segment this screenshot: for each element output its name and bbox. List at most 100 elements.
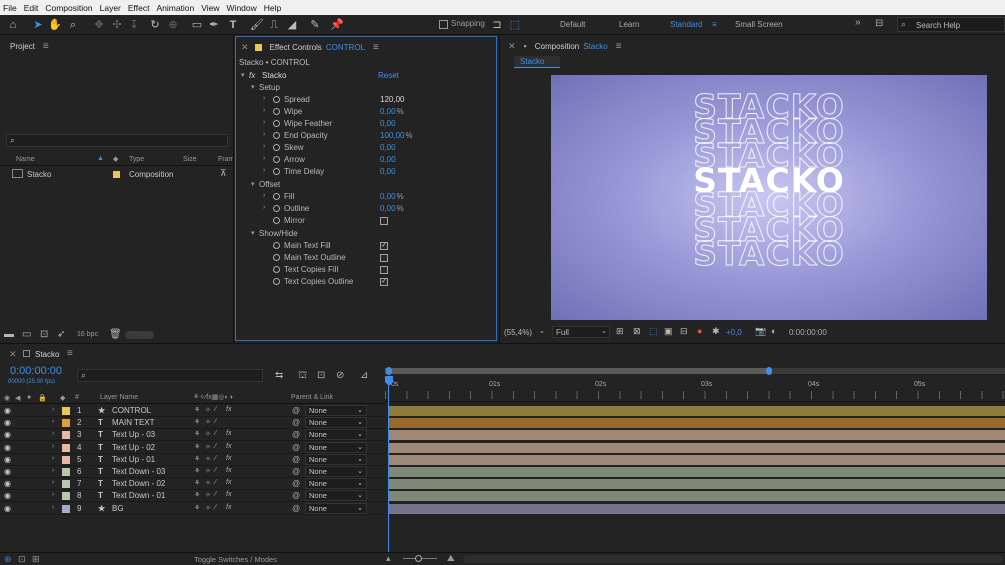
panel-menu-icon[interactable]: ≡ [373,42,379,53]
label-swatch[interactable] [62,480,70,489]
prop-value-wrap[interactable]: 0,00% [380,204,404,213]
expand-layer-icon[interactable]: › [52,504,54,511]
fx-icon[interactable]: fx [249,71,255,80]
menu-composition[interactable]: Composition [45,3,92,13]
fast-previews-icon[interactable]: ⊞ [616,326,624,337]
eye-icon[interactable]: ◉ [4,467,11,476]
prop-value[interactable]: 0,00 [380,143,396,152]
prop-value[interactable]: 0,00 [380,119,396,128]
shy-switch-icon[interactable]: ⚘ [194,479,200,487]
panel-menu-icon[interactable]: ≡ [67,348,73,359]
collapse-switch-icon[interactable]: ✧ [205,430,211,438]
frame-blending-icon[interactable]: ⊘ [336,370,344,381]
layer-row[interactable]: ◉ › 5 T Text Up - 01 ⚘ ✧ ∕ fx @ None ⌄ [0,453,385,466]
stopwatch-icon[interactable] [273,96,280,103]
snap-features-icon[interactable]: ⬚ [508,18,522,32]
collapse-icon[interactable]: › [263,192,265,199]
prop-text-copies-outline[interactable]: Text Copies Outline ✓ [236,276,498,288]
pickwhip-icon[interactable]: @ [292,479,300,488]
layer-row[interactable]: ◉ › 2 T MAIN TEXT ⚘ ✧ ∕ @ None ⌄ [0,417,385,430]
collapse-switch-icon[interactable]: ✧ [205,406,211,414]
shy-switch-icon[interactable]: ⚘ [194,491,200,499]
col-name[interactable]: Name [16,156,35,163]
expand-layer-icon[interactable]: › [52,455,54,462]
time-navigator-range[interactable] [385,368,768,374]
time-ruler[interactable]: 0s 01s 02s 03s 04s 05s [385,376,1005,402]
zoom-in-icon[interactable]: ⛰ [447,553,455,564]
prop-skew[interactable]: › Skew 0,00 [236,142,498,154]
label-col-icon[interactable]: ◆ [60,394,65,402]
quality-switch-icon[interactable]: ∕ [215,491,216,498]
prop-value[interactable]: 0,00 [380,155,396,164]
eye-icon[interactable]: ◉ [4,406,11,415]
zoom-level[interactable]: (55,4%) [504,328,532,337]
pickwhip-icon[interactable]: @ [292,406,300,415]
rotate-tool-icon[interactable]: ↻ [148,18,162,32]
panel-toggle-icon[interactable]: ⊟ [875,18,883,29]
orbit-camera-icon[interactable]: ✥ [92,18,106,32]
label-swatch[interactable] [113,171,120,178]
pickwhip-icon[interactable]: @ [292,491,300,500]
close-icon[interactable]: ✕ [9,349,17,360]
more-workspaces-icon[interactable]: » [855,17,861,28]
timeline-tab[interactable]: Stacko [35,350,59,359]
layer-name[interactable]: CONTROL [112,406,151,415]
layer-row[interactable]: ◉ › 6 T Text Down - 03 ⚘ ✧ ∕ fx @ None ⌄ [0,466,385,478]
project-scrollbar[interactable] [125,331,154,339]
roto-brush-icon[interactable]: ✎ [308,18,322,32]
guides-icon[interactable]: ⊟ [680,326,688,337]
color-management-icon[interactable]: ✱ [712,326,720,337]
draft-3d-icon[interactable]: ⛫ [298,370,307,383]
parent-select[interactable]: None ⌄ [305,466,367,477]
prop-value[interactable]: 120,00 [380,95,404,104]
workspace-learn[interactable]: Learn [619,20,639,29]
parent-select[interactable]: None ⌄ [305,502,367,514]
zoom-out-icon[interactable]: ▴ [386,553,391,564]
snapshot-icon[interactable]: 📷 [755,326,766,337]
collapse-switch-icon[interactable]: ✧ [205,443,211,451]
prop-spread[interactable]: › Spread 120,00 [236,94,498,106]
layer-name[interactable]: MAIN TEXT [112,418,155,427]
roi-icon[interactable]: ▣ [664,326,673,337]
label-swatch[interactable] [62,431,70,440]
fx-switch-icon[interactable]: fx [226,491,231,498]
toggle-switches-modes[interactable]: Toggle Switches / Modes [194,555,277,564]
stopwatch-icon[interactable] [273,168,280,175]
quality-switch-icon[interactable]: ∕ [215,455,216,462]
home-icon[interactable]: ⌂ [6,18,20,32]
expand-icon[interactable]: ▾ [251,83,255,91]
collapse-icon[interactable]: › [263,119,265,126]
fx-switch-icon[interactable]: fx [226,443,231,450]
layer-duration-bar[interactable] [389,442,1005,453]
collapse-switch-icon[interactable]: ✧ [205,467,211,475]
pickwhip-icon[interactable]: @ [292,418,300,427]
quality-switch-icon[interactable]: ∕ [215,418,216,425]
expand-switches-icon[interactable]: ⊡ [18,554,26,565]
exposure-value[interactable]: +0,0 [726,328,742,337]
timeline-search-input[interactable]: ⌕ [77,369,263,382]
quality-switch-icon[interactable]: ∕ [215,504,216,511]
label-swatch[interactable] [62,468,70,476]
collapse-switch-icon[interactable]: ✧ [205,479,211,487]
layer-name[interactable]: Text Down - 01 [112,491,165,500]
selection-tool-icon[interactable]: ➤ [31,18,45,32]
stopwatch-icon[interactable] [273,254,280,261]
collapse-icon[interactable]: › [263,167,265,174]
new-folder-icon[interactable]: ▭ [22,329,31,340]
layer-duration-bar[interactable] [389,454,1005,465]
prop-value-wrap[interactable]: 0,00% [380,192,404,201]
stopwatch-icon[interactable] [273,156,280,163]
lock-icon[interactable]: ▪ [524,41,527,51]
bit-depth[interactable]: 16 bpc [77,331,98,338]
stopwatch-icon[interactable] [273,205,280,212]
expand-layer-icon[interactable]: › [52,430,54,437]
fx-switch-icon[interactable]: fx [226,430,231,437]
collapse-icon[interactable]: › [263,143,265,150]
quality-switch-icon[interactable]: ∕ [215,443,216,450]
layer-duration-bar[interactable] [389,491,1005,502]
zoom-slider-handle[interactable] [415,555,422,562]
expand-modes-icon[interactable]: ⊞ [32,554,40,565]
parent-select[interactable]: None ⌄ [305,453,367,465]
video-toggle-icon[interactable]: ◉ [4,394,10,402]
expand-icon[interactable]: ▾ [241,71,245,79]
